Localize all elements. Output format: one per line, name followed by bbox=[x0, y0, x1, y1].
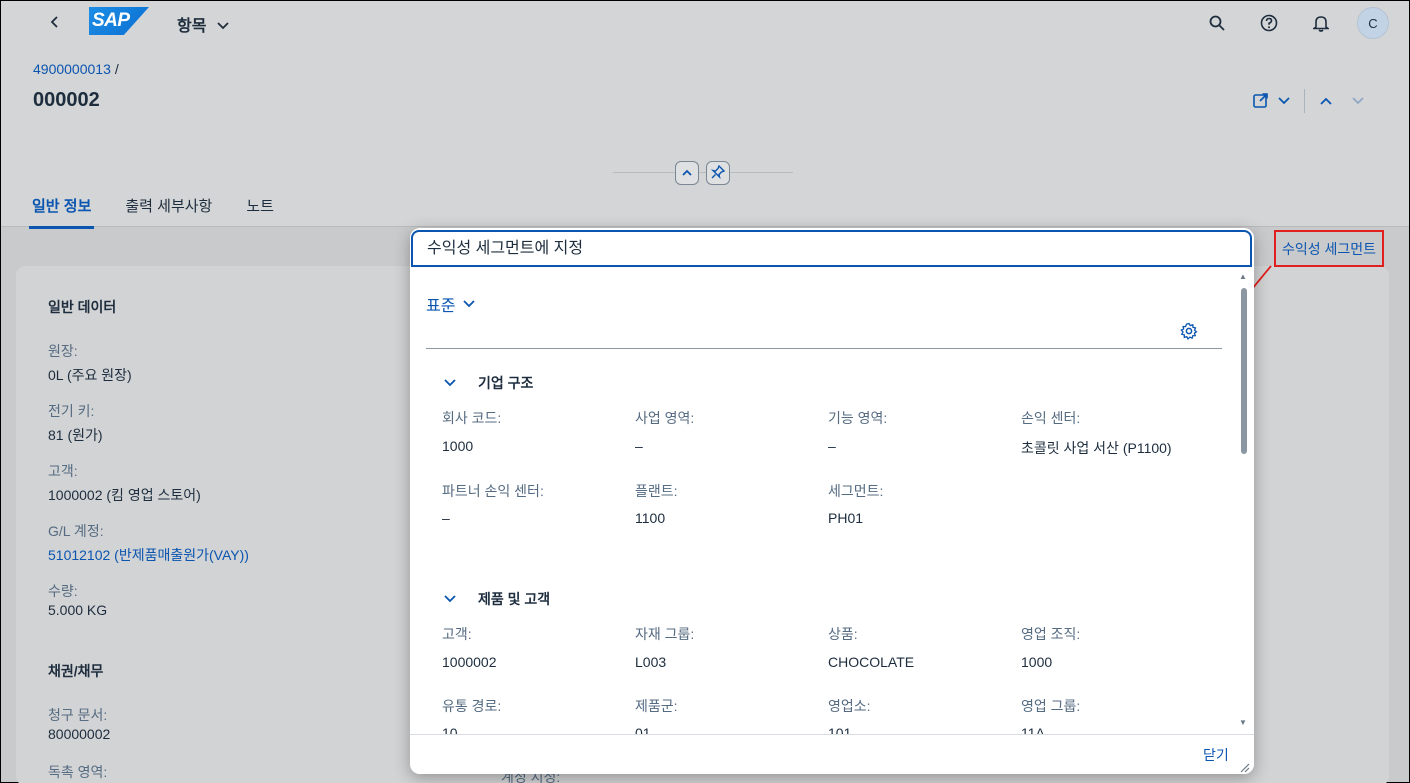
scroll-up-arrow[interactable]: ▲ bbox=[1238, 272, 1248, 282]
chevron-up-icon bbox=[1319, 93, 1333, 109]
help-icon[interactable] bbox=[1253, 7, 1285, 39]
header-actions bbox=[1252, 89, 1365, 113]
field-value-plant: 1100 bbox=[635, 510, 666, 526]
field-value-product: CHOCOLATE bbox=[828, 654, 915, 670]
field-value-company-code: 1000 bbox=[442, 438, 474, 454]
divider bbox=[1304, 89, 1305, 113]
sap-logo[interactable]: SAP bbox=[89, 7, 149, 35]
breadcrumb-link[interactable]: 4900000013 bbox=[33, 61, 111, 77]
field-value-material-group: L003 bbox=[635, 654, 667, 670]
previous-item-button[interactable] bbox=[1319, 93, 1333, 109]
share-icon bbox=[1252, 91, 1270, 112]
field-label: 자재 그룹: bbox=[635, 626, 695, 642]
field-label: 파트너 손익 센터: bbox=[442, 483, 544, 499]
page-title: 000002 bbox=[33, 89, 100, 111]
chevron-down-icon bbox=[1351, 93, 1365, 109]
field-value-profit-center: 초콜릿 사업 서산 (P1100) bbox=[1021, 440, 1172, 456]
field-label: 플랜트: bbox=[635, 483, 678, 499]
profitability-segment-dialog: 수익성 세그먼트에 지정 표준 기업 구조 회사 코드: 1000 사업 영역:… bbox=[410, 228, 1254, 774]
shell-actions: C bbox=[1181, 7, 1389, 39]
field-label: 제품군: bbox=[635, 698, 678, 714]
field-label: 고객: bbox=[48, 463, 78, 479]
field-label: 기능 영역: bbox=[828, 410, 888, 426]
chevron-down-icon bbox=[463, 299, 476, 309]
field-label: 회사 코드: bbox=[442, 410, 502, 426]
field-label: 수량: bbox=[48, 583, 78, 599]
tab-general-info[interactable]: 일반 정보 bbox=[29, 195, 95, 229]
shell-bar: SAP 항목 C bbox=[1, 1, 1409, 45]
chevron-up-icon bbox=[681, 165, 693, 181]
breadcrumb-separator: / bbox=[114, 61, 119, 77]
tab-notes[interactable]: 노트 bbox=[243, 195, 277, 229]
field-value-posting-key: 81 (원가) bbox=[48, 427, 103, 443]
field-label: 사업 영역: bbox=[635, 410, 695, 426]
section-enterprise-structure[interactable]: 기업 구조 bbox=[444, 373, 533, 393]
resize-handle[interactable] bbox=[1240, 760, 1250, 773]
profitability-segment-link[interactable]: 수익성 세그먼트 bbox=[1274, 230, 1384, 267]
bell-icon[interactable] bbox=[1305, 7, 1337, 39]
divider bbox=[426, 348, 1222, 349]
app-title: 항목 bbox=[177, 18, 207, 35]
field-value-functional-area: – bbox=[828, 438, 836, 454]
field-value-quantity: 5.000 KG bbox=[48, 602, 108, 618]
section-title-general-data: 일반 데이터 bbox=[48, 299, 117, 315]
field-label: 영업 조직: bbox=[1021, 626, 1081, 642]
header-collapse-line bbox=[613, 172, 793, 173]
section-product-customer[interactable]: 제품 및 고객 bbox=[444, 589, 550, 609]
field-value-billing-doc: 80000002 bbox=[48, 726, 111, 742]
field-value-customer: 1000002 (킴 영업 스토어) bbox=[48, 487, 201, 503]
collapse-header-button[interactable] bbox=[675, 161, 699, 185]
pin-icon bbox=[710, 164, 726, 182]
avatar[interactable]: C bbox=[1357, 7, 1389, 39]
field-value-segment: PH01 bbox=[828, 510, 864, 526]
field-value-business-area: – bbox=[635, 438, 643, 454]
variant-selector[interactable]: 표준 bbox=[426, 292, 476, 316]
section-title-receivables: 채권/채무 bbox=[48, 663, 104, 679]
field-label: 원장: bbox=[48, 343, 78, 359]
chevron-down-icon bbox=[444, 594, 456, 604]
share-menu-button[interactable] bbox=[1252, 91, 1290, 112]
dialog-title: 수익성 세그먼트에 지정 bbox=[411, 230, 1252, 267]
field-label: 유통 경로: bbox=[442, 698, 502, 714]
field-label: 청구 문서: bbox=[48, 707, 108, 723]
tab-bar: 일반 정보 출력 세부사항 노트 bbox=[29, 195, 305, 229]
field-value-ledger: 0L (주요 원장) bbox=[48, 367, 132, 383]
gear-icon[interactable] bbox=[1180, 322, 1198, 343]
field-label: 고객: bbox=[442, 626, 472, 642]
field-value-partner-profit-center: – bbox=[442, 510, 450, 526]
app-title-menu[interactable]: 항목 bbox=[177, 12, 229, 36]
next-item-button[interactable] bbox=[1351, 93, 1365, 109]
chevron-down-icon bbox=[1278, 93, 1290, 109]
field-label: 전기 키: bbox=[48, 403, 95, 419]
dialog-footer: 닫기 bbox=[410, 734, 1254, 774]
field-label: 영업 그룹: bbox=[1021, 698, 1081, 714]
field-label: 상품: bbox=[828, 626, 858, 642]
field-label: 손익 센터: bbox=[1021, 410, 1081, 426]
field-label: G/L 계정: bbox=[48, 523, 104, 539]
field-label: 영업소: bbox=[828, 698, 871, 714]
breadcrumb: 4900000013/ bbox=[33, 61, 119, 77]
gl-account-link[interactable]: 51012102 (반제품매출원가(VAY)) bbox=[48, 545, 249, 565]
scroll-down-arrow[interactable]: ▼ bbox=[1238, 718, 1248, 728]
object-header: 4900000013/ 000002 일반 정보 출력 세부사항 노트 bbox=[1, 45, 1409, 229]
back-icon[interactable] bbox=[45, 13, 65, 33]
section-title: 기업 구조 bbox=[478, 375, 534, 391]
variant-label: 표준 bbox=[426, 298, 456, 315]
pin-header-button[interactable] bbox=[706, 161, 730, 185]
field-value-customer: 1000002 bbox=[442, 654, 497, 670]
field-label: 독촉 영역: bbox=[48, 764, 108, 780]
section-title: 제품 및 고객 bbox=[478, 591, 551, 607]
scrollbar-thumb[interactable] bbox=[1241, 288, 1247, 454]
tab-output-details[interactable]: 출력 세부사항 bbox=[122, 195, 215, 229]
chevron-down-icon bbox=[444, 378, 456, 388]
field-value-sales-org: 1000 bbox=[1021, 654, 1053, 670]
chevron-down-icon bbox=[217, 20, 229, 34]
field-label: 세그먼트: bbox=[828, 483, 884, 499]
search-icon[interactable] bbox=[1201, 7, 1233, 39]
close-button[interactable]: 닫기 bbox=[1203, 745, 1229, 765]
